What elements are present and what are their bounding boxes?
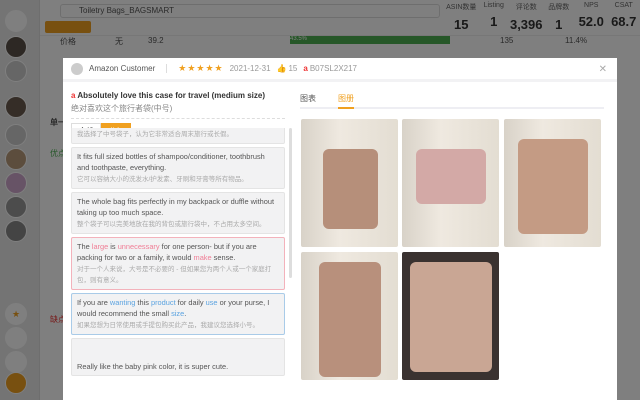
review-asin[interactable]: B07SL2X217 xyxy=(310,64,357,73)
sentence-translation: 它可以容纳大小的洗发水/护发素、牙刷和牙膏等所有物品。 xyxy=(77,176,248,183)
sentence-fragment: is xyxy=(108,242,118,251)
highlight-keyword: unnecessary xyxy=(117,242,160,251)
sentence-list: 我选择了中号袋子，认为它非常适合周末旅行或长假。 It fits full siz… xyxy=(71,128,285,400)
highlight-keyword: wanting xyxy=(109,298,136,307)
tab-chart[interactable]: 图表 xyxy=(300,93,316,107)
sentence-card[interactable]: 我选择了中号袋子，认为它非常适合周末旅行或长假。 xyxy=(71,128,285,144)
user-icon xyxy=(71,62,83,75)
sentence-card[interactable]: Really like the baby pink color, it is s… xyxy=(71,338,285,376)
star-rating: ★★★★★ xyxy=(178,63,224,73)
review-author: Amazon Customer xyxy=(89,64,156,73)
sentence-card[interactable]: If you are wanting this product for dail… xyxy=(71,293,285,335)
sentence-fragment: If you are xyxy=(77,298,110,307)
highlight-keyword: large xyxy=(91,242,109,251)
sentence-fragment: for daily xyxy=(175,298,206,307)
review-modal: Amazon Customer ★★★★★ 2021-12-31 👍 15 a … xyxy=(63,58,617,400)
close-icon[interactable]: ✕ xyxy=(599,64,607,75)
review-photo[interactable] xyxy=(504,119,601,247)
sentence-text: Really like the baby pink color, it is s… xyxy=(77,362,229,371)
highlight-keyword: make xyxy=(193,253,212,262)
sentence-card[interactable]: It fits full sized bottles of shampoo/co… xyxy=(71,147,285,189)
review-photo[interactable] xyxy=(402,119,499,247)
highlight-keyword: product xyxy=(150,298,176,307)
sentence-fragment: sense. xyxy=(211,253,236,262)
sentence-translation: 整个袋子可以完美地放在我的背包或旅行袋中，不占用太多空间。 xyxy=(77,221,266,228)
sentence-translation: 我选择了中号袋子，认为它非常适合周末旅行或长假。 xyxy=(77,131,233,138)
like-count: 15 xyxy=(288,64,298,73)
review-photo[interactable] xyxy=(301,252,398,380)
highlight-keyword: use xyxy=(205,298,218,307)
sentence-fragment: The xyxy=(77,242,92,251)
sentence-card[interactable]: The large is unnecessary for one person-… xyxy=(71,237,285,290)
amazon-icon: a xyxy=(303,64,308,73)
thumbs-up-icon: 👍 xyxy=(276,64,287,73)
review-photo[interactable] xyxy=(402,252,499,380)
sentence-text: The large is unnecessary for one person-… xyxy=(77,241,279,263)
review-title: Absolutely love this case for travel (me… xyxy=(77,91,265,100)
scrollbar[interactable] xyxy=(289,128,292,278)
sentence-text: It fits full sized bottles of shampoo/co… xyxy=(77,152,265,172)
review-photo[interactable] xyxy=(301,119,398,247)
tab-gallery[interactable]: 图册 xyxy=(338,93,354,109)
sentence-fragment: this xyxy=(135,298,151,307)
review-header: Amazon Customer ★★★★★ 2021-12-31 👍 15 a … xyxy=(63,58,617,82)
sentence-card[interactable]: The whole bag fits perfectly in my backp… xyxy=(71,192,285,234)
sentence-translation: 对于一个人来说，大号是不必要的 - 但如果您为两个人或一个家庭打包，则有意义。 xyxy=(77,266,272,284)
sentence-fragment: . xyxy=(184,309,187,318)
review-title-translation: 绝对喜欢这个旅行者袋(中号) xyxy=(71,103,285,119)
sentence-text: The whole bag fits perfectly in my backp… xyxy=(77,197,275,217)
sentence-translation: 如果您想为日常使用或手提包购买此产品，我建议您选择小号。 xyxy=(77,322,259,329)
highlight-keyword: size xyxy=(171,309,185,318)
sentence-text: If you are wanting this product for dail… xyxy=(77,297,279,319)
review-date: 2021-12-31 xyxy=(229,64,271,73)
media-panel: 图表 图册 xyxy=(293,85,617,400)
